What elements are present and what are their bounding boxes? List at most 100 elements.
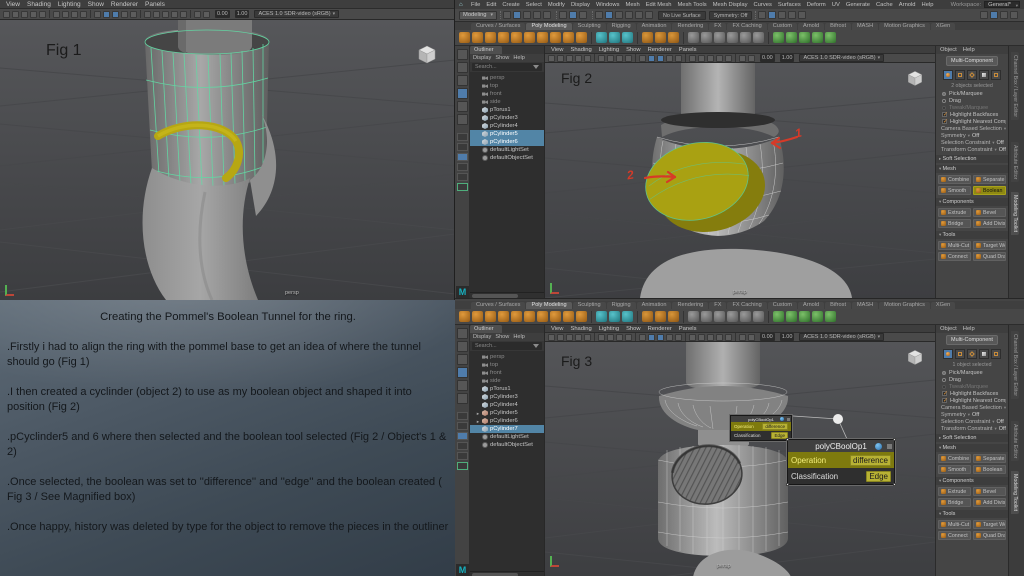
target-weld-button[interactable]: Target Weld (973, 520, 1006, 529)
status-undo[interactable] (533, 11, 541, 19)
shelf-tab-custom[interactable]: Custom (768, 23, 797, 30)
option-drag[interactable]: Drag (938, 376, 1006, 383)
panel-menu-renderer[interactable]: Renderer (111, 1, 138, 8)
extrude-button[interactable]: Extrude (938, 208, 971, 217)
vp-select-camera[interactable] (548, 334, 555, 341)
outliner-item-ptorus1[interactable]: pTorus1 (470, 385, 544, 393)
panel-menu-renderer[interactable]: Renderer (648, 47, 672, 53)
status-render-current-frame[interactable] (778, 11, 786, 19)
shelf-combine[interactable] (688, 32, 699, 43)
vp-screen-space-ao[interactable] (162, 11, 169, 18)
section-mesh[interactable]: Mesh (936, 444, 1008, 452)
home-icon[interactable] (459, 2, 465, 8)
vp-textured-mode[interactable] (657, 55, 664, 62)
classification-row[interactable]: Classification Edge (731, 431, 791, 440)
layout-zoom-select[interactable] (457, 462, 468, 470)
fig1-viewport[interactable]: Fig 1 persp (0, 20, 455, 300)
colorspace-select[interactable]: ACES 1.0 SDR-video (sRGB) (799, 54, 884, 62)
section-tools[interactable]: Tools (936, 231, 1008, 239)
menu-uv[interactable]: UV (832, 2, 840, 8)
layout-zoom-select[interactable] (457, 183, 468, 191)
panel-menu-view[interactable]: View (551, 47, 563, 53)
shelf-tab-motion-graphics[interactable]: Motion Graphics (879, 302, 930, 309)
shelf-polygon-plane[interactable] (524, 32, 535, 43)
menu-surfaces[interactable]: Surfaces (778, 2, 801, 8)
shelf-tab-fx[interactable]: FX (709, 23, 726, 30)
panel-menu-view[interactable]: View (6, 1, 20, 8)
shelf-tab-fx-caching[interactable]: FX Caching (727, 302, 766, 309)
vp-lighting-all[interactable] (689, 55, 696, 62)
shelf-booleans-intersection[interactable] (668, 311, 679, 322)
node-title-bar[interactable]: polyCBoolOp1 (731, 416, 791, 422)
select-tool-icon[interactable] (457, 49, 468, 60)
section-components[interactable]: Components (936, 477, 1008, 485)
status-snap-to-grids[interactable] (595, 11, 603, 19)
mode-edge-mode[interactable] (955, 70, 965, 80)
status-select-by-component-type[interactable] (579, 11, 587, 19)
shelf-extrude[interactable] (714, 311, 725, 322)
outliner-item-top[interactable]: top (470, 361, 544, 369)
expand-icon[interactable]: ► (476, 411, 480, 416)
vp-x-ray[interactable] (203, 11, 210, 18)
scale-tool-icon[interactable] (457, 114, 468, 125)
shelf-tab-poly-modeling[interactable]: Poly Modeling (526, 302, 571, 309)
classification-value[interactable]: Edge (866, 471, 891, 482)
view-cube[interactable] (415, 42, 439, 66)
shelf-tab-rigging[interactable]: Rigging (607, 23, 636, 30)
panel-menu-show[interactable]: Show (626, 326, 641, 332)
shelf-polygon-sphere[interactable] (459, 32, 470, 43)
vp-multisampling[interactable] (725, 55, 732, 62)
shelf-multi-cut[interactable] (773, 311, 784, 322)
separate-button[interactable]: Separate (973, 175, 1006, 184)
vp-smooth-shade-mode[interactable] (103, 11, 110, 18)
layout-layout-hypershade-persp[interactable] (457, 173, 468, 181)
mode-face-mode[interactable] (967, 349, 977, 359)
operation-value[interactable]: difference (850, 455, 891, 466)
outliner-search[interactable]: Search... (472, 63, 542, 71)
vp-select-camera[interactable] (548, 55, 555, 62)
outliner-menu-show[interactable]: Show (495, 334, 509, 340)
selection-constraint-dropdown[interactable]: Selection ConstraintOff (938, 418, 1006, 425)
vp-two-pane-layout[interactable] (607, 334, 614, 341)
symmetry-select[interactable]: Symmetry: Off (709, 11, 753, 20)
shelf-tab-curves-surfaces[interactable]: Curves / Surfaces (471, 302, 525, 309)
mode-multi-mode[interactable] (991, 70, 1001, 80)
outliner-item-pcylinder4[interactable]: pCylinder4 (470, 122, 544, 130)
lasso-tool-icon[interactable] (457, 62, 468, 73)
shelf-polygon-pyramid[interactable] (550, 311, 561, 322)
shelf-tab-mash[interactable]: MASH (852, 23, 878, 30)
vp-image-plane[interactable] (39, 11, 46, 18)
shelf-polygon-helix[interactable] (576, 32, 587, 43)
vp-wireframe-mode[interactable] (94, 11, 101, 18)
camera-based-selection-dropdown[interactable]: Camera Based SelectionOff (938, 404, 1006, 411)
vp-lock-camera[interactable] (12, 11, 19, 18)
vp-lighting-all[interactable] (689, 334, 696, 341)
shelf-tab-custom[interactable]: Custom (768, 302, 797, 309)
sidebar-raise-channel-box[interactable] (980, 11, 988, 19)
colorspace-select[interactable]: ACES 1.0 SDR-video (sRGB) (799, 333, 884, 341)
panel-menu-shading[interactable]: Shading (570, 47, 591, 53)
vp-two-pane-layout[interactable] (62, 11, 69, 18)
shelf-tab-sculpting[interactable]: Sculpting (573, 23, 606, 30)
transform-constraint-dropdown[interactable]: Transform ConstraintOff (938, 425, 1006, 432)
quad-draw-button[interactable]: Quad Draw (973, 531, 1006, 540)
symmetry-dropdown[interactable]: SymmetryOff (938, 132, 1006, 139)
vp-lock-camera[interactable] (557, 55, 564, 62)
shelf-target-weld[interactable] (786, 311, 797, 322)
quad-draw-button[interactable]: Quad Draw (973, 252, 1006, 261)
shelf-mirror[interactable] (812, 311, 823, 322)
vp-image-plane[interactable] (584, 55, 591, 62)
option-highlight-backfaces[interactable]: Highlight Backfaces (938, 111, 1006, 118)
polyboolop-node-magnified[interactable]: polyCBoolOp1 Operation difference Classi… (787, 439, 895, 485)
tab-modeling-toolkit[interactable]: Modeling Toolkit (1011, 192, 1019, 235)
panel-menu-show[interactable]: Show (626, 47, 641, 53)
option-highlight-nearest-component[interactable]: Highlight Nearest Component (938, 397, 1006, 404)
outliner-item-defaultlightset[interactable]: defaultLightSet (470, 433, 544, 441)
menu-help[interactable]: Help (922, 2, 934, 8)
vp-camera-attributes[interactable] (566, 334, 573, 341)
vp-isolate-select[interactable] (739, 55, 746, 62)
vp-two-pane-layout[interactable] (607, 55, 614, 62)
fig2-viewport[interactable]: ViewShadingLightingShowRendererPanels 0.… (545, 46, 935, 298)
combine-button[interactable]: Combine (938, 454, 971, 463)
vp-three-pane-layout[interactable] (616, 55, 623, 62)
